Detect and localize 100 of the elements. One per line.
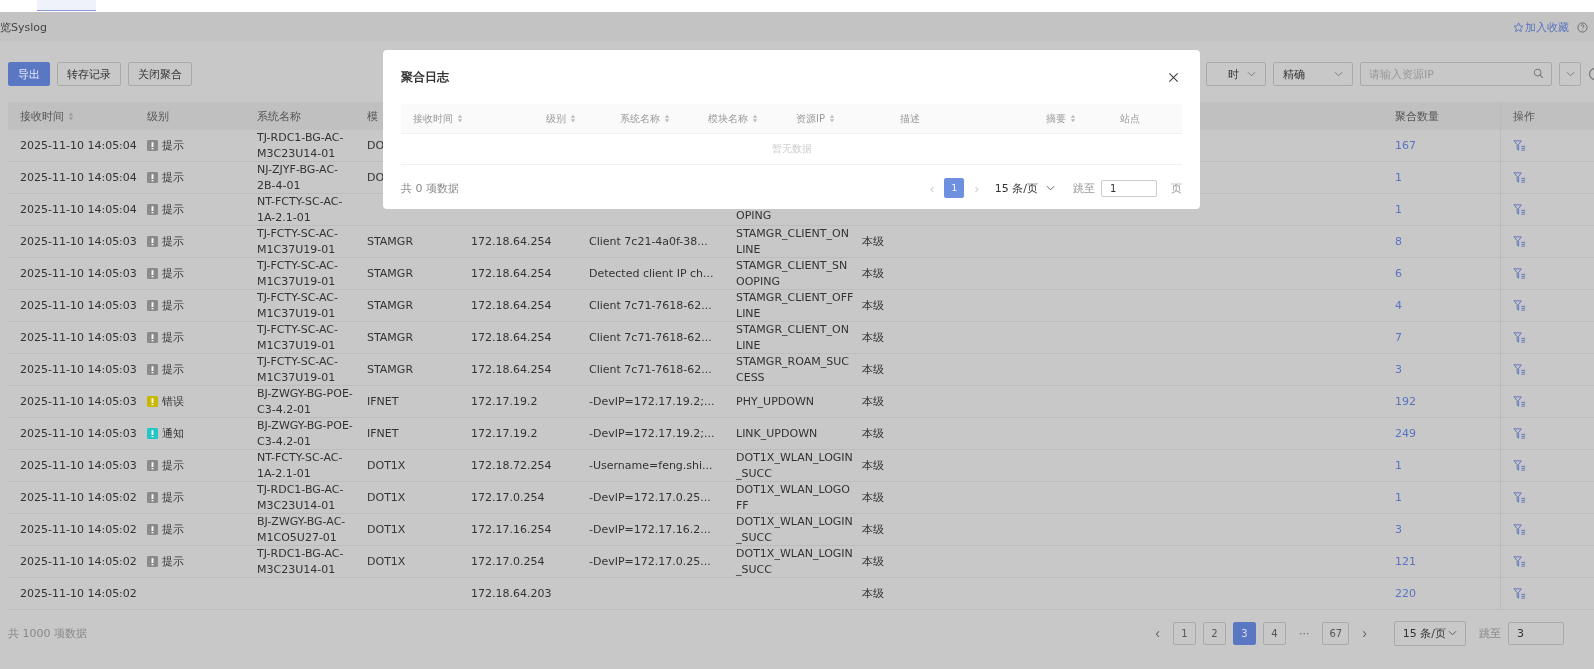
table-cell: 2025-11-10 14:05:03 [20,297,137,314]
filter-icon[interactable] [1513,459,1526,472]
sort-icon[interactable] [68,111,74,121]
sort-icon[interactable] [1070,114,1076,123]
page-size-select[interactable]: 15 条/页 [1393,620,1466,646]
filter-icon[interactable] [1513,587,1526,600]
close-icon[interactable] [1168,71,1179,83]
filter-icon[interactable] [1513,331,1526,344]
count-link[interactable]: 192 [1395,393,1416,410]
toolbar-button[interactable]: 转存记录 [57,62,121,86]
filter-icon[interactable] [1513,299,1526,312]
table-cell: -DevIP=172.17.0.25... [589,489,711,506]
count-link[interactable]: 8 [1395,233,1402,250]
level-label: 提示 [162,233,184,250]
count-link[interactable]: 167 [1395,137,1416,154]
filter-icon[interactable] [1513,491,1526,504]
jump-label: 跳至 [1073,180,1095,196]
column-header: 描述 [900,111,920,126]
table-cell: -DevIP=172.17.19.2;... [589,393,715,410]
table-cell: Client 7c71-7618-62... [589,361,712,378]
toolbar-button[interactable]: 关闭聚合 [128,62,192,86]
filter-icon[interactable] [1513,203,1526,216]
level-label: 提示 [162,137,184,154]
table-cell: 172.17.0.254 [471,489,545,506]
table-cell: 172.18.64.254 [471,233,552,250]
chevron-icon [1247,71,1256,77]
filter-icon[interactable] [1513,523,1526,536]
table-cell: DO [367,169,385,186]
column-header: 级别 [147,108,169,124]
table-cell: Client 7c71-7618-62... [589,297,712,314]
count-link[interactable]: 7 [1395,329,1402,346]
sort-icon[interactable] [664,114,670,123]
page-size-select[interactable]: 15 条/页 [994,180,1055,196]
table-cell-text: TJ-FCTY-SC-AC-M1C37U19-01 [257,289,340,322]
page-button[interactable]: 3 [1232,621,1256,645]
table-cell: Detected client IP ch... [589,265,714,282]
page-button[interactable]: 67 [1322,621,1350,645]
total-count: 共 0 项数据 [401,180,459,196]
table-cell: 2025-11-10 14:05:03 [20,425,137,442]
count-link[interactable]: 6 [1395,265,1402,282]
table-cell: BJ-ZWGY-BG-POE-C3-4.2-01 [257,417,353,450]
page-button[interactable]: 4 [1262,621,1286,645]
table-cell: 2025-11-10 14:05:02 [20,553,137,570]
table-cell: 本级 [862,265,884,282]
sort-icon[interactable] [752,114,758,123]
page-button[interactable]: 2 [1202,621,1226,645]
sort-icon[interactable] [457,114,463,123]
count-link[interactable]: 3 [1395,521,1402,538]
table-cell: 172.18.64.254 [471,297,552,314]
count-link[interactable]: 1 [1395,201,1402,218]
table-cell: 本级 [862,521,884,538]
page-button[interactable]: 1 [1172,621,1196,645]
filter-icon[interactable] [1513,555,1526,568]
table-cell: 本级 [862,553,884,570]
count-link[interactable]: 249 [1395,425,1416,442]
filter-icon[interactable] [1513,171,1526,184]
table-cell: BJ-ZWGY-BG-POE-C3-4.2-01 [257,385,353,418]
table-cell-text: NT-FCTY-SC-AC-1A-2.1-01 [257,193,344,226]
sort-icon[interactable] [829,114,835,123]
page-button[interactable]: 1 [944,178,965,198]
dropdown-button[interactable] [1559,62,1581,86]
table-cell-text: TJ-FCTY-SC-AC-M1C37U19-01 [257,321,340,354]
filter-icon[interactable] [1513,427,1526,440]
next-page-button[interactable]: › [970,180,983,196]
prev-page-button[interactable]: ‹ [1149,625,1166,641]
favorite-link[interactable]: 加入收藏 [1513,19,1569,35]
count-link[interactable]: 1 [1395,457,1402,474]
level-label: 提示 [162,489,184,506]
help-icon[interactable] [1577,21,1588,33]
search-icon[interactable] [1533,68,1544,79]
table-cell-text: TJ-RDC1-BG-AC-M3C23U14-01 [257,481,345,514]
table-cell: DOT1X [367,553,406,570]
next-page-button[interactable]: › [1356,625,1373,641]
tab-indicator[interactable] [37,0,96,11]
table-cell: 172.17.19.2 [471,393,538,410]
filter-icon[interactable] [1513,235,1526,248]
count-link[interactable]: 1 [1395,489,1402,506]
table-cell: STAMGR [367,297,414,314]
table-cell: 2025-11-10 14:05:02 [20,585,137,602]
toolbar-button[interactable]: 导出 [8,62,50,86]
jump-field[interactable]: 1 [1101,179,1157,197]
sort-icon[interactable] [570,114,576,123]
count-link[interactable]: 3 [1395,361,1402,378]
table-cell: 本级 [862,585,884,602]
select-field[interactable]: 精确 [1273,62,1353,86]
filter-icon[interactable] [1513,267,1526,280]
level-label: 提示 [162,329,184,346]
table-cell: 本级 [862,361,884,378]
prev-page-button[interactable]: ‹ [926,180,939,196]
jump-field[interactable]: 3 [1508,621,1564,645]
count-link[interactable]: 4 [1395,297,1402,314]
page-ellipsis: ··· [1297,626,1311,640]
filter-icon[interactable] [1513,139,1526,152]
filter-icon[interactable] [1513,363,1526,376]
count-link[interactable]: 220 [1395,585,1416,602]
count-link[interactable]: 121 [1395,553,1416,570]
count-link[interactable]: 1 [1395,169,1402,186]
level-label: 提示 [162,521,184,538]
filter-icon[interactable] [1513,395,1526,408]
select-field[interactable]: 时 [1206,62,1266,86]
